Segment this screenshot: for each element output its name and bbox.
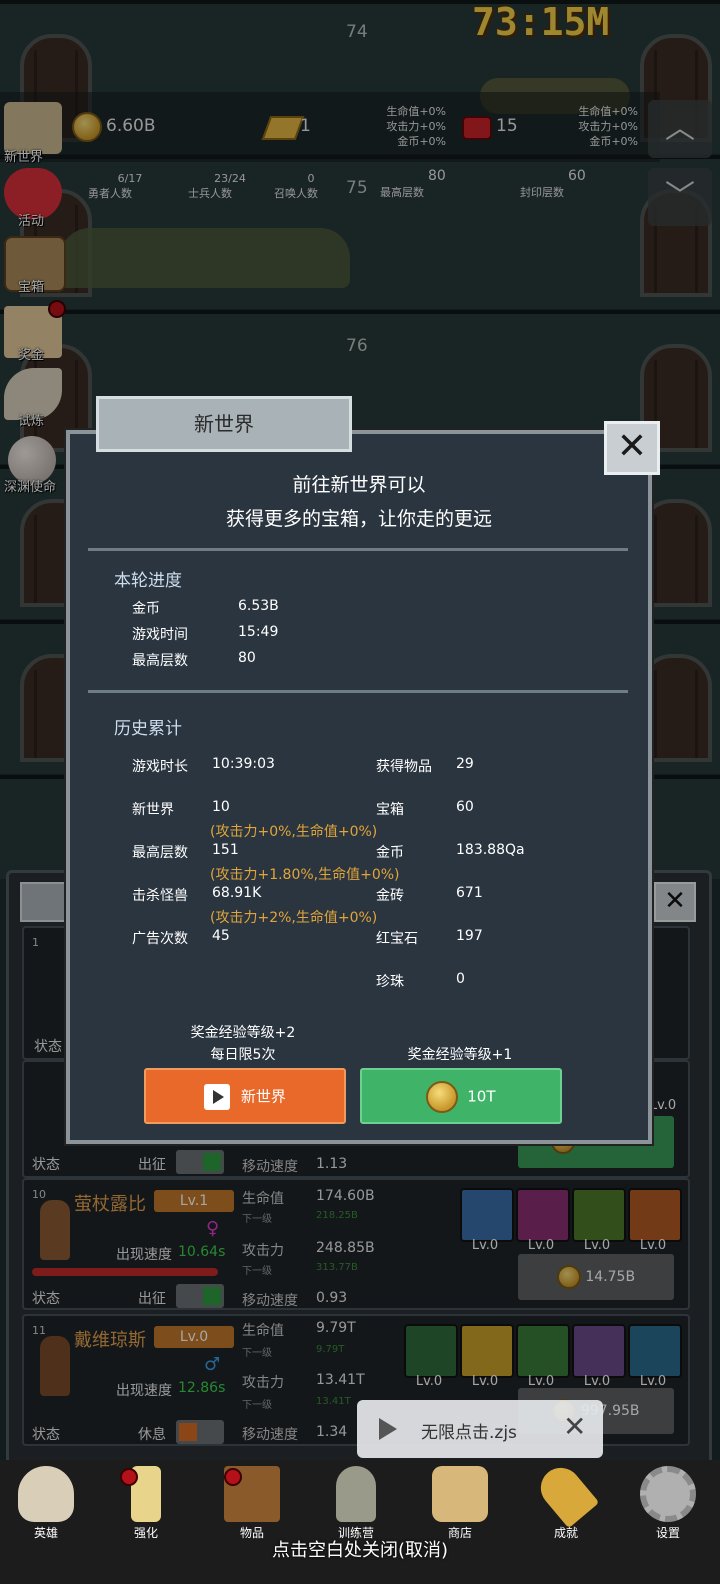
notification-dot	[120, 1468, 138, 1486]
toast-text: 无限点击.zjs	[421, 1423, 517, 1443]
dialog-subheadline: 获得更多的宝箱，让你走的更远	[225, 508, 492, 530]
reward-text: 奖金经验等级+2	[190, 1025, 296, 1041]
nav-settings[interactable]: 设置	[628, 1466, 708, 1546]
history-value: 10:39:03	[212, 756, 275, 772]
floating-toast: 无限点击.zjs ✕	[357, 1400, 603, 1458]
history-label: 新世界	[132, 802, 174, 818]
key-icon	[532, 1459, 600, 1529]
round-label: 最高层数	[132, 653, 188, 669]
skull-icon	[18, 1466, 74, 1522]
history-label: 红宝石	[376, 931, 418, 947]
new-world-gold-button[interactable]: 10T	[360, 1068, 562, 1124]
history-label: 广告次数	[132, 931, 188, 947]
close-hint: 点击空白处关闭(取消)	[271, 1540, 449, 1561]
round-value: 6.53B	[238, 598, 279, 614]
history-bonus-note: (攻击力+2%,生命值+0%)	[210, 910, 378, 926]
nav-training[interactable]: 训练营	[316, 1466, 396, 1546]
history-value: 0	[456, 971, 465, 987]
history-value: 183.88Qa	[456, 842, 525, 858]
nav-shop[interactable]: 商店	[420, 1466, 500, 1546]
history-value: 10	[212, 799, 230, 815]
history-value: 197	[456, 928, 483, 944]
new-world-ad-button[interactable]: 新世界	[144, 1068, 346, 1124]
video-play-icon	[204, 1083, 231, 1110]
lantern-icon	[336, 1466, 376, 1522]
play-icon[interactable]	[379, 1418, 397, 1440]
dialog-headline: 前往新世界可以	[292, 474, 426, 496]
divider	[88, 690, 628, 693]
history-bonus-note: (攻击力+1.80%,生命值+0%)	[210, 867, 400, 883]
gold-coin-icon	[426, 1080, 459, 1113]
gear-icon	[640, 1466, 696, 1522]
bottom-navbar: 英雄 强化 物品 训练营 商店 成就 设置	[0, 1459, 720, 1584]
nav-achievements[interactable]: 成就	[526, 1459, 606, 1546]
history-bonus-note: (攻击力+0%,生命值+0%)	[210, 824, 378, 840]
close-button[interactable]: ✕	[604, 421, 660, 475]
round-progress-title: 本轮进度	[114, 571, 182, 591]
divider	[88, 548, 628, 551]
history-label: 珍珠	[376, 974, 404, 990]
nav-heroes[interactable]: 英雄	[6, 1466, 86, 1546]
history-label: 获得物品	[376, 759, 432, 775]
history-value: 60	[456, 799, 474, 815]
history-value: 68.91K	[212, 885, 262, 901]
round-value: 15:49	[238, 624, 279, 640]
round-label: 金币	[132, 601, 160, 617]
history-value: 151	[212, 842, 239, 858]
history-label: 宝箱	[376, 802, 404, 818]
beer-mug-icon	[432, 1466, 488, 1522]
reward-text: 奖金经验等级+1	[407, 1047, 513, 1063]
history-label: 击杀怪兽	[132, 888, 188, 904]
dialog-title: 新世界	[96, 396, 352, 452]
history-value: 45	[212, 928, 230, 944]
history-label: 游戏时长	[132, 759, 188, 775]
history-value: 671	[456, 885, 483, 901]
nav-upgrade[interactable]: 强化	[106, 1466, 186, 1546]
history-title: 历史累计	[114, 719, 182, 739]
history-label: 金币	[376, 845, 404, 861]
history-label: 最高层数	[132, 845, 188, 861]
nav-items[interactable]: 物品	[212, 1466, 292, 1546]
notification-dot	[224, 1468, 242, 1486]
history-value: 29	[456, 756, 474, 772]
close-icon[interactable]: ✕	[563, 1410, 586, 1443]
round-value: 80	[238, 650, 256, 666]
reward-limit-text: 每日限5次	[210, 1047, 276, 1063]
round-label: 游戏时间	[132, 627, 188, 643]
history-label: 金砖	[376, 888, 404, 904]
